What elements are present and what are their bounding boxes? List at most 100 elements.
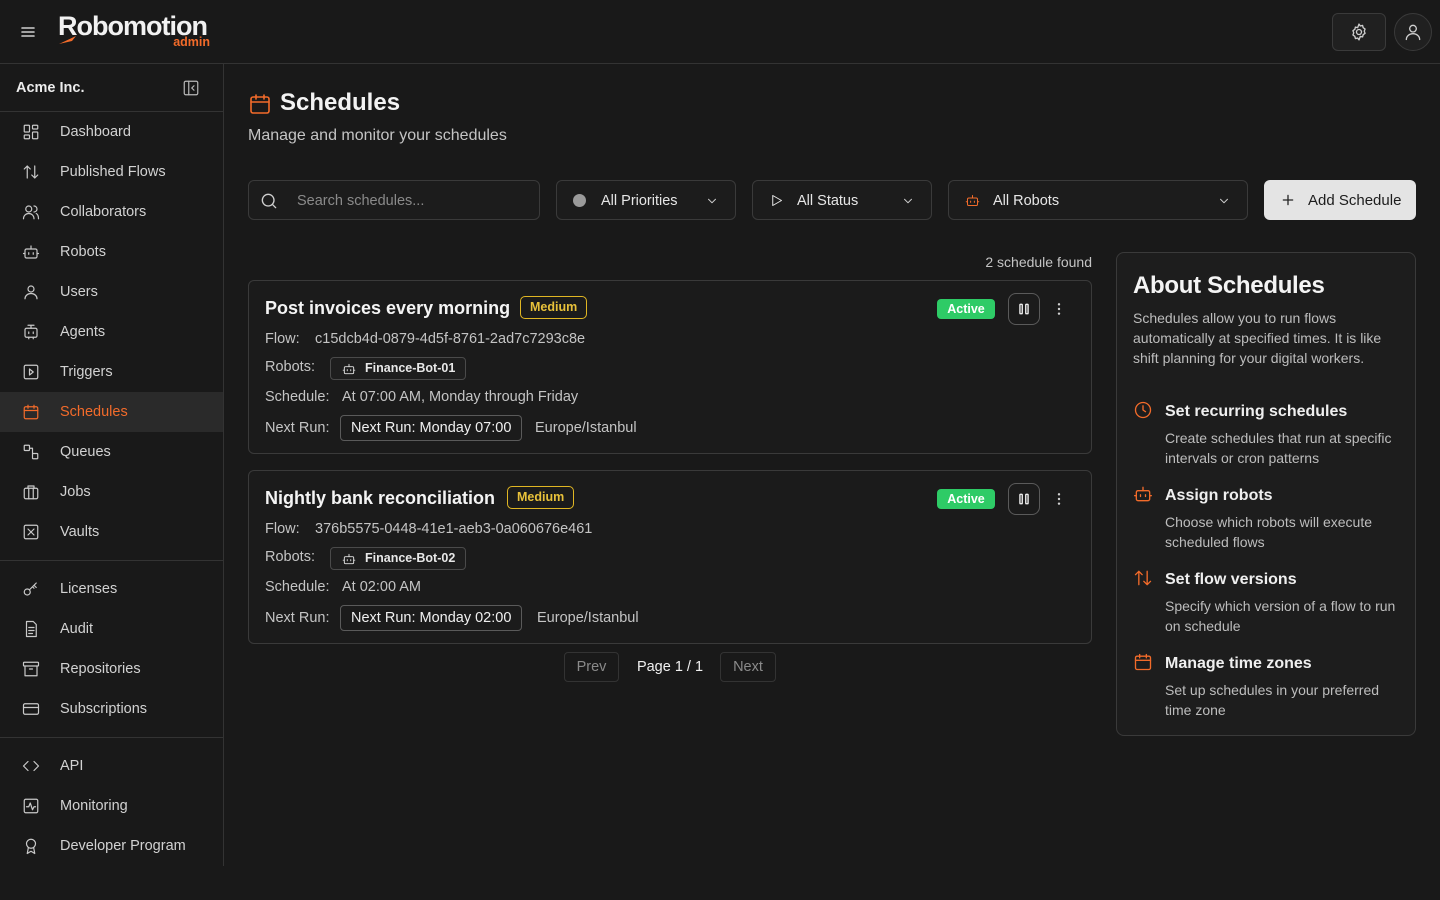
chevron-down-icon <box>901 194 915 208</box>
sidebar-item-vaults[interactable]: Vaults <box>0 512 223 552</box>
logo[interactable]: Robomotion admin <box>58 11 218 51</box>
sidebar-item-label: Agents <box>60 324 106 340</box>
sidebar-item-label: Developer Program <box>60 838 186 854</box>
monitoring-icon <box>22 797 40 815</box>
sidebar-item-label: Queues <box>60 444 111 460</box>
feature-description: Create schedules that run at specific in… <box>1165 430 1392 466</box>
sidebar-item-label: Subscriptions <box>60 701 148 717</box>
robot-chip[interactable]: Finance-Bot-02 <box>330 547 467 570</box>
sidebar-item-queues[interactable]: Queues <box>0 432 223 472</box>
sidebar-item-schedules[interactable]: Schedules <box>0 392 223 432</box>
chevron-down-icon <box>1217 194 1231 208</box>
sidebar-item-licenses[interactable]: Licenses <box>0 569 223 609</box>
sidebar-item-subscriptions[interactable]: Subscriptions <box>0 689 223 729</box>
priority-filter-value: All Priorities <box>601 193 678 209</box>
sidebar-item-collaborators[interactable]: Collaborators <box>0 192 223 232</box>
more-options-button[interactable] <box>1049 489 1069 509</box>
sidebar-item-robots[interactable]: Robots <box>0 232 223 272</box>
prev-page-button[interactable]: Prev <box>564 652 619 682</box>
org-name[interactable]: Acme Inc. <box>16 80 85 96</box>
schedule-description: At 02:00 AM <box>342 579 421 595</box>
feature-description: Choose which robots will execute schedul… <box>1165 514 1372 550</box>
sidebar-item-repositories[interactable]: Repositories <box>0 649 223 689</box>
sidebar-item-label: Robots <box>60 244 106 260</box>
sidebar-item-label: Monitoring <box>60 798 128 814</box>
pause-button[interactable] <box>1008 293 1040 325</box>
menu-icon[interactable] <box>16 20 40 44</box>
next-run-label: Next Run: <box>265 610 330 626</box>
sidebar-item-label: Collaborators <box>60 204 147 220</box>
sidebar-item-api[interactable]: API <box>0 746 223 786</box>
status-filter-value: All Status <box>797 193 859 209</box>
priority-badge: Medium <box>520 296 588 319</box>
play-icon <box>769 193 784 208</box>
user-menu-button[interactable] <box>1394 13 1432 51</box>
page-subtitle: Manage and monitor your schedules <box>248 127 507 144</box>
robot-chip[interactable]: Finance-Bot-01 <box>330 357 467 380</box>
priority-dot-icon <box>573 193 586 207</box>
plus-icon <box>1281 193 1295 207</box>
sidebar-item-dashboard[interactable]: Dashboard <box>0 112 223 152</box>
next-run-chip: Next Run: Monday 02:00 <box>340 605 523 631</box>
clock-icon <box>1133 400 1153 420</box>
sidebar-item-monitoring[interactable]: Monitoring <box>0 786 223 826</box>
jobs-icon <box>22 483 40 501</box>
user-icon <box>1405 24 1421 41</box>
pause-icon <box>1019 493 1029 505</box>
schedule-card[interactable]: Nightly bank reconciliation Medium Activ… <box>248 470 1092 644</box>
sidebar-item-label: Schedules <box>60 404 128 420</box>
robot-icon <box>22 243 40 261</box>
search-box <box>248 180 540 220</box>
pause-button[interactable] <box>1008 483 1040 515</box>
schedule-card[interactable]: Post invoices every morning Medium Activ… <box>248 280 1092 454</box>
priority-filter-select[interactable]: All Priorities <box>556 180 736 220</box>
top-bar: Robomotion admin <box>0 0 1440 64</box>
more-options-button[interactable] <box>1049 299 1069 319</box>
sidebar-item-triggers[interactable]: Triggers <box>0 352 223 392</box>
flow-label: Flow: <box>265 521 300 537</box>
feature-title: Set flow versions <box>1165 571 1297 588</box>
key-icon <box>22 580 40 598</box>
feature-description: Specify which version of a flow to run o… <box>1165 598 1396 634</box>
add-schedule-button[interactable]: Add Schedule <box>1264 180 1416 220</box>
next-page-button[interactable]: Next <box>720 652 776 682</box>
status-filter-select[interactable]: All Status <box>752 180 932 220</box>
feature-description: Set up schedules in your preferred time … <box>1165 682 1380 718</box>
sidebar: Acme Inc. Dashboard Published Flows Coll… <box>0 64 224 866</box>
robots-label: Robots: <box>265 549 315 565</box>
sidebar-item-published-flows[interactable]: Published Flows <box>0 152 223 192</box>
calendar-icon <box>22 403 40 421</box>
feature-title: Set recurring schedules <box>1165 403 1348 420</box>
sidebar-collapse-icon[interactable] <box>182 79 200 97</box>
page-title: Schedules <box>280 89 401 116</box>
sidebar-item-users[interactable]: Users <box>0 272 223 312</box>
sidebar-item-audit[interactable]: Audit <box>0 609 223 649</box>
pause-icon <box>1019 303 1029 315</box>
sidebar-item-jobs[interactable]: Jobs <box>0 472 223 512</box>
search-input[interactable] <box>297 191 527 211</box>
arrows-up-down-icon <box>1133 568 1153 588</box>
settings-button[interactable] <box>1332 13 1386 51</box>
archive-icon <box>22 660 40 678</box>
page-indicator: Page 1 / 1 <box>636 659 704 675</box>
robot-icon <box>1133 484 1153 504</box>
robots-filter-select[interactable]: All Robots <box>948 180 1248 220</box>
flow-id: 376b5575-0448-41e1-aeb3-0a060676e461 <box>315 521 593 537</box>
user-icon <box>22 283 40 301</box>
flow-label: Flow: <box>265 331 300 347</box>
users-icon <box>22 203 40 221</box>
sidebar-item-label: Dashboard <box>60 124 131 140</box>
gear-icon <box>1352 23 1366 41</box>
results-count: 2 schedule found <box>985 254 1092 270</box>
sidebar-item-label: API <box>60 758 84 774</box>
more-vertical-icon <box>1057 303 1061 315</box>
calendar-icon <box>248 92 272 116</box>
robots-label: Robots: <box>265 359 315 375</box>
sidebar-item-agents[interactable]: Agents <box>0 312 223 352</box>
status-badge: Active <box>937 299 995 319</box>
schedule-label: Schedule: <box>265 389 330 405</box>
robot-icon <box>342 362 356 376</box>
audit-icon <box>22 620 40 638</box>
more-vertical-icon <box>1057 493 1061 505</box>
sidebar-item-developer-program[interactable]: Developer Program <box>0 826 223 866</box>
